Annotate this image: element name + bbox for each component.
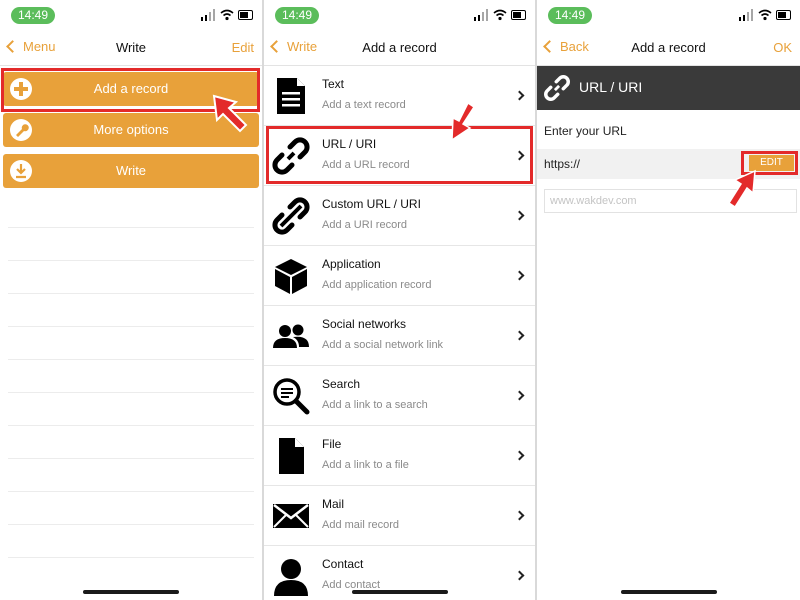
- page-title: Add a record: [631, 40, 706, 55]
- record-title: Contact: [322, 557, 364, 571]
- chevron-right-icon: [514, 90, 525, 101]
- wifi-icon: [220, 9, 234, 21]
- url-field-label: Enter your URL: [544, 124, 627, 138]
- status-bar: 14:49: [264, 0, 535, 30]
- signal-icon: [474, 9, 488, 21]
- home-indicator: [620, 590, 717, 594]
- battery-icon: [776, 10, 791, 20]
- person-icon: [274, 559, 308, 596]
- page-title: Add a record: [362, 40, 437, 55]
- chevron-right-icon: [514, 510, 525, 521]
- record-title: Custom URL / URI: [322, 197, 421, 211]
- record-title: Search: [322, 377, 361, 391]
- chevron-right-icon: [514, 330, 525, 341]
- ok-button[interactable]: OK: [773, 40, 792, 55]
- record-subtitle: Add a social network link: [322, 339, 444, 351]
- record-item-mail[interactable]: Mail Add mail record: [264, 486, 535, 546]
- custom-link-icon: [272, 197, 310, 235]
- record-item-custom-url[interactable]: Custom URL / URI Add a URI record: [264, 186, 535, 246]
- more-options-label: More options: [93, 122, 169, 137]
- record-subtitle: Add a text record: [322, 99, 406, 111]
- home-indicator: [83, 590, 179, 594]
- record-item-file[interactable]: File Add a link to a file: [264, 426, 535, 486]
- record-subtitle: Add mail record: [322, 519, 400, 531]
- chevron-right-icon: [514, 450, 525, 461]
- battery-icon: [238, 10, 253, 20]
- url-prefix-value: https://: [544, 157, 581, 171]
- record-subtitle: Add application record: [322, 279, 432, 291]
- pointer-arrow-icon: [212, 94, 248, 133]
- add-record-screen: 14:49 Write Add a record Text Add a text…: [264, 0, 535, 600]
- url-input[interactable]: [544, 189, 797, 213]
- record-item-social[interactable]: Social networks Add a social network lin…: [264, 306, 535, 366]
- record-item-search[interactable]: Search Add a link to a search: [264, 366, 535, 426]
- record-title: Text: [322, 77, 345, 91]
- highlight-box: [266, 126, 533, 184]
- nav-bar: Write Add a record: [264, 30, 535, 66]
- record-title: Social networks: [322, 317, 407, 331]
- home-indicator: [351, 590, 448, 594]
- nav-bar: Menu Write Edit: [0, 30, 262, 66]
- record-title: File: [322, 437, 342, 451]
- record-header: URL / URI: [537, 66, 800, 110]
- chevron-right-icon: [514, 270, 525, 281]
- page-title: Write: [115, 40, 147, 55]
- status-bar: 14:49: [537, 0, 800, 30]
- status-time: 14:49: [275, 7, 319, 24]
- cube-icon: [275, 259, 307, 294]
- record-title: Mail: [322, 497, 345, 511]
- chevron-right-icon: [514, 210, 525, 221]
- record-title: Application: [322, 257, 381, 271]
- record-item-text[interactable]: Text Add a text record: [264, 66, 535, 126]
- record-subtitle: Add a link to a file: [322, 459, 409, 471]
- pointer-arrow-icon: [727, 169, 756, 209]
- pointer-arrow-icon: [451, 101, 476, 142]
- wrench-icon: [10, 119, 32, 141]
- record-item-application[interactable]: Application Add application record: [264, 246, 535, 306]
- chevron-right-icon: [514, 390, 525, 401]
- nav-bar: Back Add a record OK: [537, 30, 800, 66]
- wifi-icon: [758, 9, 772, 21]
- people-icon: [273, 324, 309, 348]
- record-subtitle: Add a URI record: [322, 219, 407, 231]
- file-icon: [279, 438, 304, 474]
- status-bar: 14:49: [0, 0, 262, 30]
- battery-icon: [511, 10, 526, 20]
- status-icons: [474, 9, 526, 21]
- wifi-icon: [493, 9, 507, 21]
- status-icons: [739, 9, 791, 21]
- status-time: 14:49: [548, 7, 592, 24]
- signal-icon: [739, 9, 753, 21]
- write-button[interactable]: Write: [3, 154, 259, 188]
- envelope-icon: [273, 504, 309, 528]
- search-icon: [273, 378, 310, 415]
- record-subtitle: Add a link to a search: [322, 399, 428, 411]
- record-header-title: URL / URI: [579, 79, 643, 95]
- status-icons: [201, 9, 253, 21]
- edit-button[interactable]: Edit: [232, 40, 254, 55]
- url-record-screen: 14:49 Back Add a record OK URL / URI Ent…: [537, 0, 800, 600]
- write-label: Write: [115, 163, 147, 178]
- chevron-right-icon: [514, 570, 525, 581]
- write-screen: 14:49 Menu Write Edit Add a record More …: [0, 0, 262, 600]
- document-icon: [277, 78, 305, 114]
- status-time: 14:49: [11, 7, 55, 24]
- link-icon: [544, 75, 570, 101]
- download-icon: [10, 160, 32, 182]
- signal-icon: [201, 9, 215, 21]
